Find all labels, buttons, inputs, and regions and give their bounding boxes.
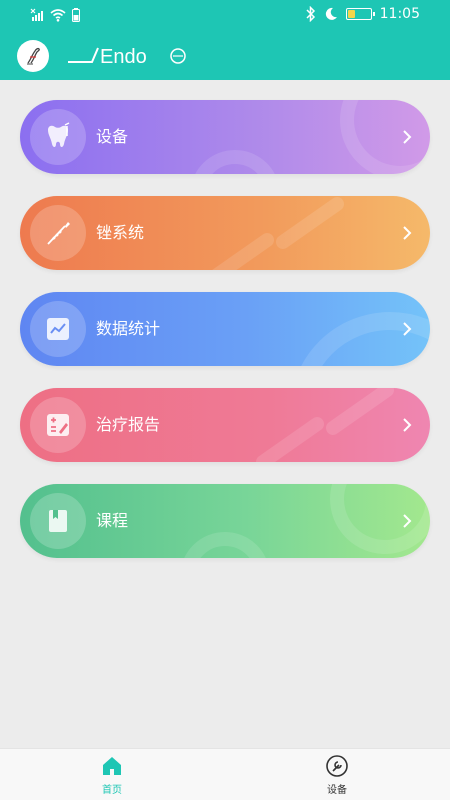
status-left (30, 8, 80, 22)
card-decoration (340, 100, 430, 174)
card-decoration (273, 196, 347, 252)
book-icon (30, 493, 86, 549)
main-menu: 设备 锉系统 数据统计 治疗报告 课程 (20, 100, 430, 580)
menu-card-course[interactable]: 课程 (20, 484, 430, 558)
no-sim-icon (30, 8, 43, 21)
card-decoration (180, 532, 270, 558)
battery-icon (345, 8, 375, 20)
status-bar: 11:05 (0, 0, 450, 30)
menu-card-file-system[interactable]: 锉系统 (20, 196, 430, 270)
app-bar: Endo (0, 30, 450, 80)
chevron-right-icon (403, 226, 412, 240)
chevron-right-icon (403, 418, 412, 432)
moon-icon (325, 7, 337, 20)
wifi-icon (50, 9, 66, 22)
chart-icon (30, 301, 86, 357)
card-decoration (323, 388, 397, 438)
card-decoration (190, 150, 280, 174)
menu-card-device[interactable]: 设备 (20, 100, 430, 174)
tab-label: 设备 (327, 785, 347, 796)
bluetooth-icon (306, 6, 315, 22)
file-needle-icon (30, 205, 86, 261)
app-header: 11:05 Endo (0, 0, 450, 80)
menu-card-treatment-report[interactable]: 治疗报告 (20, 388, 430, 462)
charging-icon (72, 8, 80, 22)
report-icon (30, 397, 86, 453)
status-right: 11:05 (306, 6, 420, 22)
tab-home[interactable]: 首页 (72, 749, 152, 800)
tab-label: 首页 (102, 785, 122, 796)
menu-card-label: 数据统计 (96, 319, 161, 338)
menu-card-label: 设备 (96, 127, 129, 146)
tab-device[interactable]: 设备 (297, 749, 377, 800)
card-decoration (253, 414, 327, 462)
chevron-right-icon (403, 514, 412, 528)
card-decoration (203, 230, 277, 270)
menu-card-label: 课程 (96, 511, 129, 530)
battery-fill (347, 10, 355, 18)
app-logo: Endo (66, 42, 186, 74)
bird-avatar-icon[interactable] (17, 40, 49, 72)
chevron-right-icon (403, 322, 412, 336)
menu-card-label: 锉系统 (96, 223, 145, 242)
chevron-right-icon (403, 130, 412, 144)
device-wrench-icon (326, 755, 348, 777)
tooth-icon (30, 109, 86, 165)
menu-card-label: 治疗报告 (96, 415, 161, 434)
card-decoration (330, 484, 430, 554)
home-icon (103, 757, 121, 775)
menu-card-data-statistics[interactable]: 数据统计 (20, 292, 430, 366)
status-time: 11:05 (379, 6, 420, 22)
bottom-tab-bar: 首页 设备 (0, 748, 450, 800)
logo-text: Endo (100, 46, 147, 68)
